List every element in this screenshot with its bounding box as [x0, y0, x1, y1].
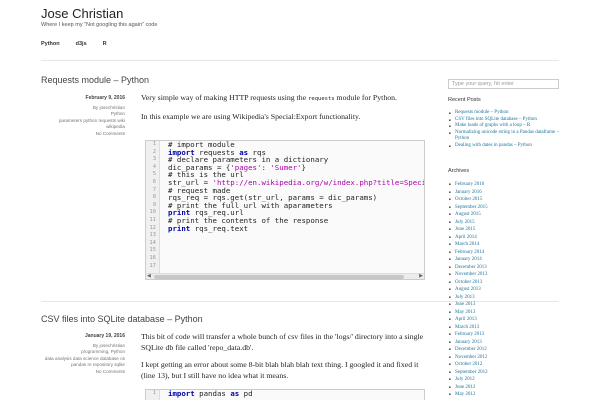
- post-paragraph: In this example we are using Wikipedia's…: [141, 112, 361, 121]
- archive-link[interactable]: May 2013: [449, 309, 555, 317]
- search-input[interactable]: Type your query, hit enter: [448, 79, 559, 89]
- inline-code: requests: [308, 96, 335, 102]
- paragraph-text: module for Python.: [334, 93, 397, 102]
- archive-link[interactable]: April 2013: [449, 316, 555, 324]
- line-number: 17: [149, 262, 156, 269]
- horizontal-scrollbar[interactable]: ◀ ▶: [146, 273, 424, 279]
- post-tags[interactable]: data analysis data science database os p…: [41, 356, 125, 369]
- line-numbers: 1 2 3 4 5 6 7 8 9 10 11 12 13 14 15 16 17: [146, 141, 160, 279]
- line-number: 6: [152, 178, 156, 185]
- main-nav: Python d3js R: [41, 41, 123, 47]
- post-content: Very simple way of making HTTP requests …: [141, 92, 426, 128]
- nav-item-r[interactable]: R: [103, 41, 107, 47]
- post-tags[interactable]: parameters python requests wiki wikipedi…: [41, 118, 125, 131]
- archive-link[interactable]: December 2013: [449, 264, 555, 272]
- line-number: 15: [149, 247, 156, 254]
- archives-heading: Archives: [448, 168, 470, 174]
- archives-list: February 2016January 2016October 2015Sep…: [449, 181, 555, 399]
- code-block: 1 import pandas as pd: [145, 389, 425, 400]
- archive-link[interactable]: August 2013: [449, 286, 555, 294]
- line-number: 3: [152, 156, 156, 163]
- line-number: 10: [149, 209, 156, 216]
- post-content: This bit of code will transfer a whole b…: [141, 331, 426, 387]
- line-number: 1: [152, 390, 156, 396]
- code-lines: # import module import requests as rqs # d…: [168, 141, 424, 232]
- archive-link[interactable]: June 2015: [449, 226, 555, 234]
- archive-link[interactable]: November 2012: [449, 354, 555, 362]
- archive-link[interactable]: February 2013: [449, 331, 555, 339]
- post-date[interactable]: January 19, 2016: [41, 333, 125, 340]
- archive-link[interactable]: January 2014: [449, 256, 555, 264]
- post-paragraph: This bit of code will transfer a whole b…: [141, 332, 424, 352]
- post-title[interactable]: CSV files into SQLite database – Python: [41, 314, 203, 324]
- recent-post-link[interactable]: Dealing with dates in pandas – Python: [449, 143, 559, 150]
- site-description: Where I keep my "Not googling this again…: [41, 22, 158, 28]
- scrollbar-thumb[interactable]: [154, 275, 404, 279]
- post-title[interactable]: Requests module – Python: [41, 75, 149, 85]
- archive-link[interactable]: September 2012: [449, 369, 555, 377]
- post-comments[interactable]: No Comments: [41, 131, 125, 138]
- line-number: 7: [152, 186, 156, 193]
- line-number: 5: [152, 171, 156, 178]
- archive-link[interactable]: July 2015: [449, 219, 555, 227]
- archive-link[interactable]: September 2015: [449, 204, 555, 212]
- archive-link[interactable]: April 2014: [449, 234, 555, 242]
- site-title[interactable]: Jose Christian: [41, 6, 123, 21]
- code-line: print rqs_req.text: [168, 223, 249, 233]
- header-divider: [41, 60, 559, 61]
- archive-link[interactable]: July 2013: [449, 294, 555, 302]
- line-number: 1: [152, 141, 156, 147]
- recent-posts-heading: Recent Posts: [448, 97, 481, 103]
- scroll-left-icon[interactable]: ◀: [147, 273, 151, 279]
- scroll-right-icon[interactable]: ▶: [419, 273, 423, 279]
- line-numbers: 1: [146, 390, 160, 400]
- archive-link[interactable]: January 2013: [449, 339, 555, 347]
- paragraph-text: Very simple way of making HTTP requests …: [141, 93, 309, 102]
- post-date[interactable]: February 9, 2016: [41, 95, 125, 102]
- line-number: 14: [149, 239, 156, 246]
- line-number: 13: [149, 232, 156, 239]
- post-comments[interactable]: No Comments: [41, 369, 125, 376]
- archive-link[interactable]: October 2015: [449, 196, 555, 204]
- archive-link[interactable]: June 2013: [449, 301, 555, 309]
- archive-link[interactable]: March 2014: [449, 241, 555, 249]
- post-meta: February 9, 2016 By josechristian Python…: [41, 95, 125, 137]
- line-number: 9: [152, 201, 156, 208]
- archive-link[interactable]: August 2015: [449, 211, 555, 219]
- recent-post-link[interactable]: Normalizing unicode string in a Pandas d…: [449, 130, 559, 143]
- archive-link[interactable]: February 2016: [449, 181, 555, 189]
- archive-link[interactable]: July 2012: [449, 376, 555, 384]
- archive-link[interactable]: May 2012: [449, 391, 555, 399]
- line-number: 12: [149, 224, 156, 231]
- archive-link[interactable]: June 2012: [449, 384, 555, 392]
- line-number: 16: [149, 254, 156, 261]
- nav-item-python[interactable]: Python: [41, 41, 60, 47]
- archive-link[interactable]: March 2013: [449, 324, 555, 332]
- recent-posts-list: Requests module – PythonCSV files into S…: [449, 110, 559, 150]
- post-meta: January 19, 2016 By josechristian progra…: [41, 333, 125, 375]
- post-paragraph: Very simple way of making HTTP requests …: [141, 92, 426, 105]
- line-number: 8: [152, 194, 156, 201]
- archive-link[interactable]: December 2012: [449, 346, 555, 354]
- archive-link[interactable]: January 2016: [449, 189, 555, 197]
- code-line: import pandas as pd: [168, 389, 253, 398]
- line-number: 2: [152, 148, 156, 155]
- archive-link[interactable]: November 2013: [449, 271, 555, 279]
- code-lines: import pandas as pd: [168, 390, 424, 398]
- line-number: 4: [152, 163, 156, 170]
- nav-item-d3js[interactable]: d3js: [76, 41, 87, 47]
- code-block: 1 2 3 4 5 6 7 8 9 10 11 12 13 14 15 16 17 # import modul…: [145, 140, 425, 280]
- archive-link[interactable]: October 2012: [449, 361, 555, 369]
- post-paragraph: I kept getting an error about some 8-bit…: [141, 360, 419, 380]
- line-number: 11: [149, 216, 156, 223]
- archive-link[interactable]: October 2013: [449, 279, 555, 287]
- archive-link[interactable]: February 2014: [449, 249, 555, 257]
